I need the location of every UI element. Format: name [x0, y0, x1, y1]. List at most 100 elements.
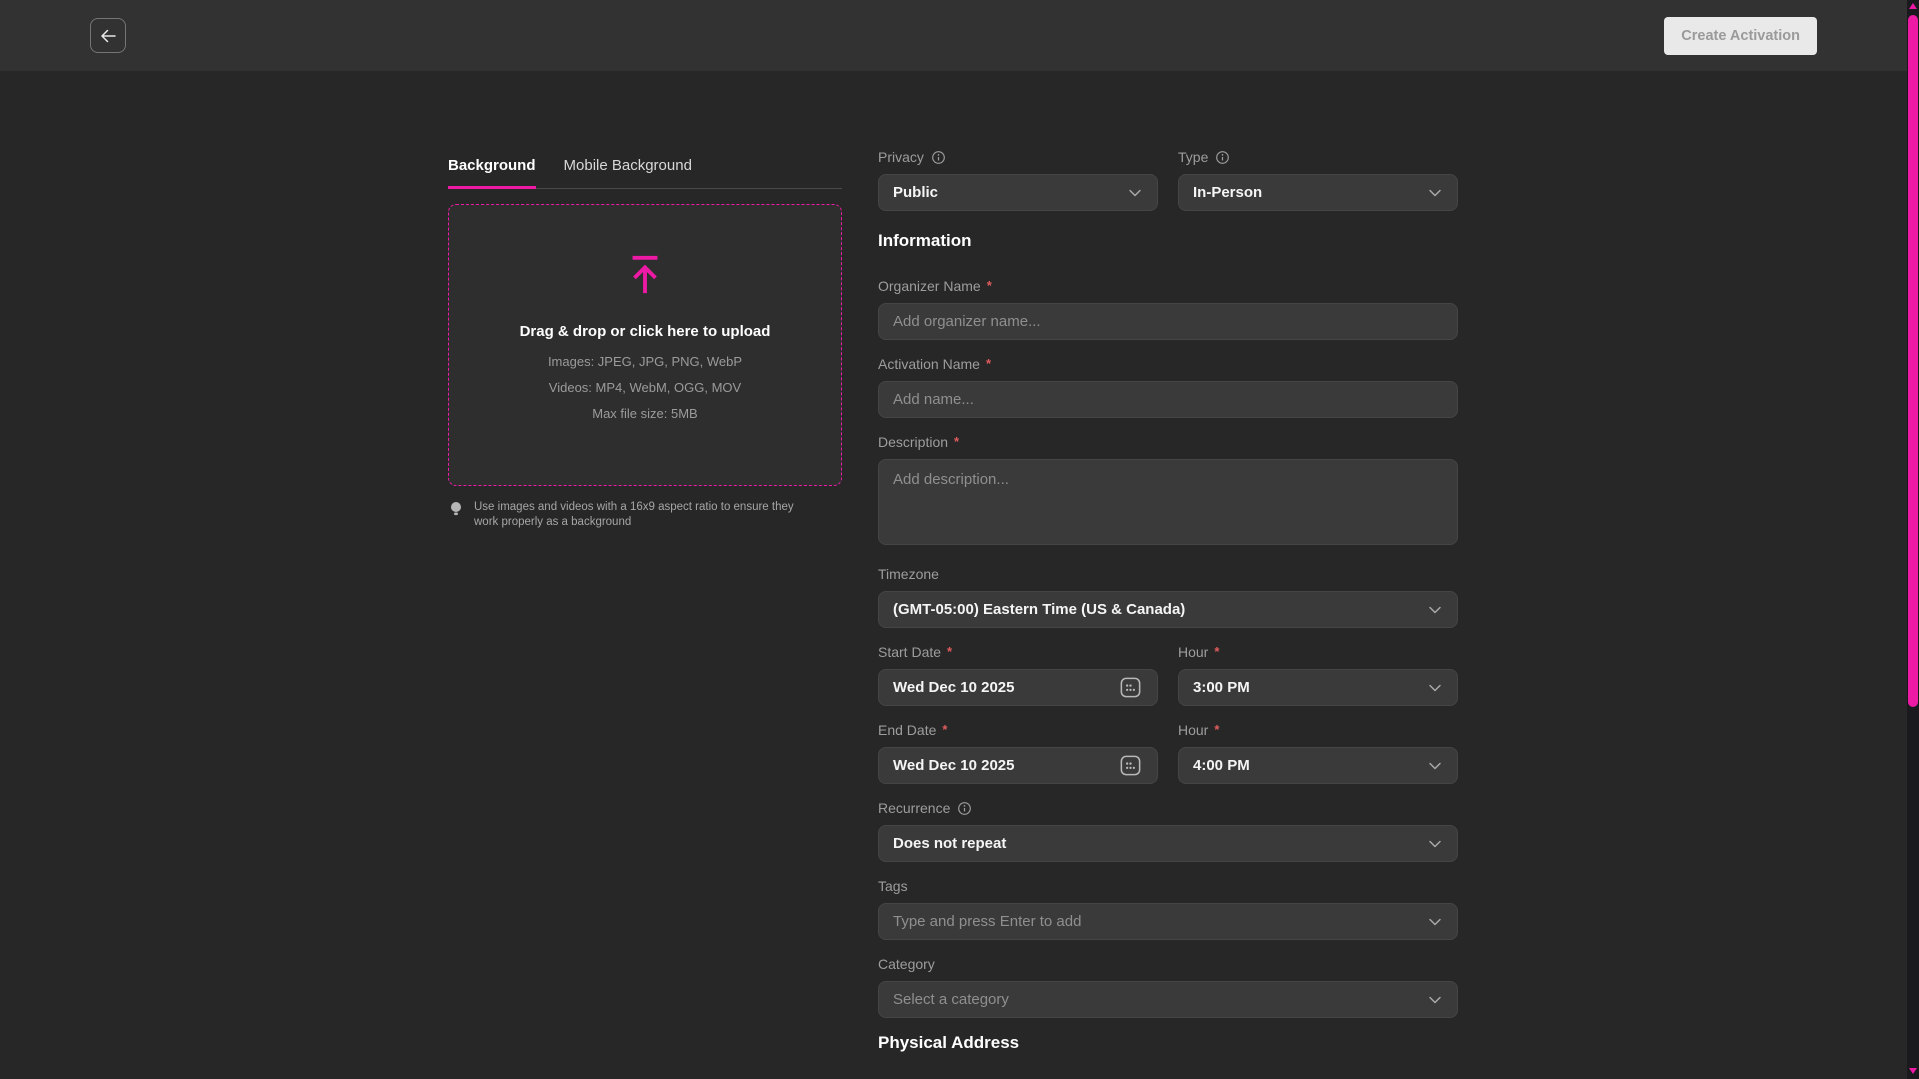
- chevron-down-icon: [1427, 602, 1443, 618]
- scroll-down-arrow[interactable]: [1909, 1068, 1917, 1074]
- end-hour-select[interactable]: 4:00 PM: [1178, 747, 1458, 784]
- info-icon: [1215, 150, 1230, 165]
- vertical-scrollbar: [1907, 0, 1919, 1079]
- back-button[interactable]: [90, 18, 126, 53]
- organizer-name-label: Organizer Name *: [878, 277, 1458, 295]
- privacy-field-group: Privacy Public: [878, 148, 1158, 211]
- description-label: Description *: [878, 433, 1458, 451]
- organizer-name-input[interactable]: [878, 303, 1458, 340]
- aspect-ratio-tip-text: Use images and videos with a 16x9 aspect…: [474, 500, 794, 530]
- start-hour-label-text: Hour: [1178, 643, 1208, 661]
- recurrence-select[interactable]: Does not repeat: [878, 825, 1458, 862]
- background-upload-panel: Background Mobile Background Drag & drop…: [448, 71, 842, 1079]
- tab-background[interactable]: Background: [448, 157, 536, 189]
- recurrence-label-text: Recurrence: [878, 799, 950, 817]
- type-label: Type: [1178, 148, 1458, 166]
- activation-name-field-group: Activation Name *: [878, 355, 1458, 418]
- activation-name-label-text: Activation Name: [878, 355, 980, 373]
- required-asterisk: *: [986, 355, 991, 373]
- start-hour-select[interactable]: 3:00 PM: [1178, 669, 1458, 706]
- required-asterisk: *: [1214, 721, 1219, 739]
- organizer-name-field-group: Organizer Name *: [878, 277, 1458, 340]
- category-select[interactable]: Select a category: [878, 981, 1458, 1018]
- upload-arrow-icon: [622, 253, 668, 297]
- chevron-down-icon: [1427, 836, 1443, 852]
- chevron-down-icon: [1427, 992, 1443, 1008]
- chevron-down-icon: [1127, 185, 1143, 201]
- end-hour-value: 4:00 PM: [1193, 757, 1427, 774]
- upload-dropzone[interactable]: Drag & drop or click here to upload Imag…: [448, 204, 842, 486]
- info-icon: [957, 801, 972, 816]
- privacy-value: Public: [893, 184, 1127, 201]
- tags-placeholder: Type and press Enter to add: [893, 913, 1427, 930]
- calendar-icon: [1118, 753, 1143, 778]
- end-hour-field-group: Hour * 4:00 PM: [1178, 721, 1458, 784]
- start-date-label-text: Start Date: [878, 643, 941, 661]
- end-date-picker[interactable]: Wed Dec 10 2025: [878, 747, 1158, 784]
- description-textarea[interactable]: [878, 459, 1458, 545]
- privacy-select[interactable]: Public: [878, 174, 1158, 211]
- start-date-value: Wed Dec 10 2025: [893, 679, 1118, 696]
- required-asterisk: *: [947, 643, 952, 661]
- aspect-ratio-tip: Use images and videos with a 16x9 aspect…: [448, 500, 804, 530]
- activation-form: Privacy Public Type: [878, 71, 1458, 1079]
- information-heading: Information: [878, 231, 1458, 251]
- category-label-text: Category: [878, 955, 935, 973]
- description-field-group: Description *: [878, 433, 1458, 550]
- type-label-text: Type: [1178, 148, 1208, 166]
- topbar: Create Activation: [0, 0, 1919, 71]
- start-date-label: Start Date *: [878, 643, 1158, 661]
- dropzone-max-size: Max file size: 5MB: [592, 406, 697, 421]
- category-placeholder: Select a category: [893, 991, 1427, 1008]
- end-date-label: End Date *: [878, 721, 1158, 739]
- timezone-value: (GMT-05:00) Eastern Time (US & Canada): [893, 601, 1427, 618]
- start-hour-value: 3:00 PM: [1193, 679, 1427, 696]
- dropzone-images-formats: Images: JPEG, JPG, PNG, WebP: [548, 354, 742, 369]
- activation-name-label: Activation Name *: [878, 355, 1458, 373]
- timezone-label: Timezone: [878, 565, 1458, 583]
- start-date-picker[interactable]: Wed Dec 10 2025: [878, 669, 1158, 706]
- recurrence-field-group: Recurrence Does not repeat: [878, 799, 1458, 862]
- description-label-text: Description: [878, 433, 948, 451]
- info-icon: [931, 150, 946, 165]
- scrollbar-thumb[interactable]: [1908, 15, 1918, 707]
- chevron-down-icon: [1427, 680, 1443, 696]
- tags-label: Tags: [878, 877, 1458, 895]
- background-tabs: Background Mobile Background: [448, 157, 842, 189]
- tags-input[interactable]: Type and press Enter to add: [878, 903, 1458, 940]
- dropzone-title: Drag & drop or click here to upload: [520, 323, 771, 340]
- tab-mobile-background[interactable]: Mobile Background: [564, 157, 692, 189]
- calendar-icon: [1118, 675, 1143, 700]
- category-label: Category: [878, 955, 1458, 973]
- end-hour-label-text: Hour: [1178, 721, 1208, 739]
- recurrence-label: Recurrence: [878, 799, 1458, 817]
- create-activation-button[interactable]: Create Activation: [1664, 17, 1817, 55]
- category-field-group: Category Select a category: [878, 955, 1458, 1018]
- type-select[interactable]: In-Person: [1178, 174, 1458, 211]
- main-content: Background Mobile Background Drag & drop…: [448, 71, 1458, 1079]
- start-hour-label: Hour *: [1178, 643, 1458, 661]
- activation-name-input[interactable]: [878, 381, 1458, 418]
- type-value: In-Person: [1193, 184, 1427, 201]
- start-hour-field-group: Hour * 3:00 PM: [1178, 643, 1458, 706]
- required-asterisk: *: [942, 721, 947, 739]
- privacy-label: Privacy: [878, 148, 1158, 166]
- timezone-field-group: Timezone (GMT-05:00) Eastern Time (US & …: [878, 565, 1458, 628]
- privacy-label-text: Privacy: [878, 148, 924, 166]
- end-hour-label: Hour *: [1178, 721, 1458, 739]
- end-date-field-group: End Date * Wed Dec 10 2025: [878, 721, 1158, 784]
- chevron-down-icon: [1427, 914, 1443, 930]
- required-asterisk: *: [1214, 643, 1219, 661]
- tags-field-group: Tags Type and press Enter to add: [878, 877, 1458, 940]
- required-asterisk: *: [987, 277, 992, 295]
- timezone-label-text: Timezone: [878, 565, 939, 583]
- start-date-field-group: Start Date * Wed Dec 10 2025: [878, 643, 1158, 706]
- organizer-name-label-text: Organizer Name: [878, 277, 981, 295]
- lightbulb-icon: [448, 500, 464, 518]
- chevron-down-icon: [1427, 758, 1443, 774]
- scroll-up-arrow[interactable]: [1909, 3, 1917, 9]
- dropzone-videos-formats: Videos: MP4, WebM, OGG, MOV: [549, 380, 741, 395]
- timezone-select[interactable]: (GMT-05:00) Eastern Time (US & Canada): [878, 591, 1458, 628]
- end-date-value: Wed Dec 10 2025: [893, 757, 1118, 774]
- required-asterisk: *: [954, 433, 959, 451]
